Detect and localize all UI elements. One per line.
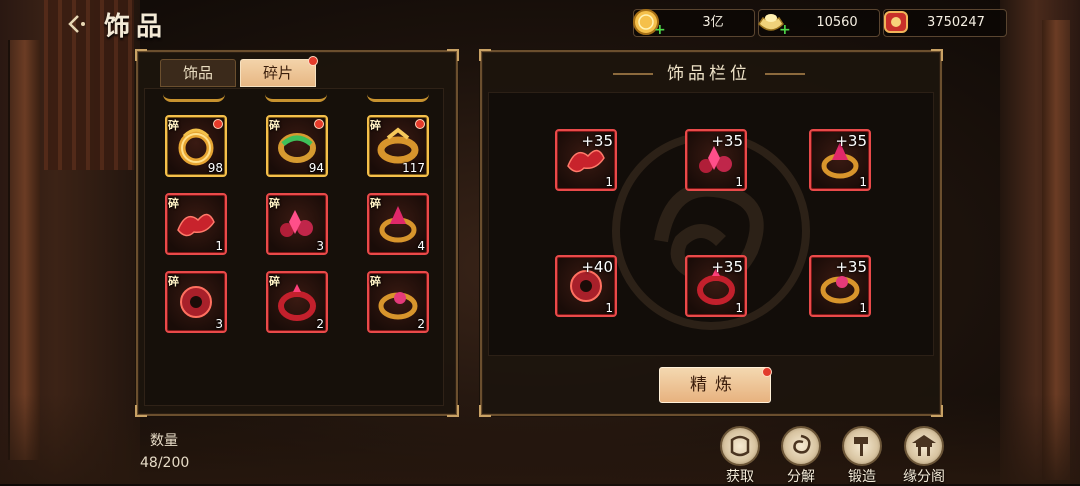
item-count: 1 bbox=[859, 175, 867, 189]
item-count: 1 bbox=[859, 301, 867, 315]
fragment-slot[interactable]: 碎 4 bbox=[367, 193, 429, 255]
page-title: 饰品 bbox=[104, 12, 169, 42]
enhance-level: +35 bbox=[581, 132, 613, 150]
item-count: 1 bbox=[735, 175, 743, 189]
currency-value: 3750247 bbox=[927, 15, 985, 30]
swirl-icon bbox=[781, 426, 821, 466]
item-count: 94 bbox=[308, 161, 324, 175]
item-count: 98 bbox=[207, 161, 223, 175]
action-label: 缘分阁 bbox=[903, 469, 945, 485]
fragment-label: 碎 bbox=[269, 197, 280, 210]
partial-row-hint bbox=[367, 91, 429, 102]
back-arrow-icon[interactable] bbox=[62, 10, 90, 38]
pavilion-icon bbox=[904, 426, 944, 466]
add-currency-icon[interactable]: + bbox=[654, 22, 666, 38]
tab-notification-dot bbox=[308, 56, 318, 66]
refine-button[interactable]: 精炼 bbox=[659, 367, 771, 403]
item-count: 1 bbox=[605, 301, 613, 315]
notification-dot bbox=[415, 119, 425, 129]
equip-slot[interactable]: +35 1 bbox=[809, 129, 871, 191]
decompose-button[interactable]: 分解 bbox=[773, 426, 829, 486]
quantity-value: 48/200 bbox=[140, 455, 190, 471]
fragment-slot[interactable]: 碎 94 bbox=[266, 115, 328, 177]
equip-slot[interactable]: +35 1 bbox=[809, 255, 871, 317]
item-count: 1 bbox=[215, 239, 223, 253]
item-count: 1 bbox=[605, 175, 613, 189]
currency-gold[interactable]: + 3亿 bbox=[633, 9, 755, 38]
fragment-slot[interactable]: 碎 3 bbox=[266, 193, 328, 255]
equip-slot[interactable]: +35 1 bbox=[685, 255, 747, 317]
fragment-label: 碎 bbox=[168, 119, 179, 132]
item-count: 2 bbox=[417, 317, 425, 331]
fragment-slot[interactable]: 碎 98 bbox=[165, 115, 227, 177]
action-label: 获取 bbox=[726, 469, 754, 485]
fragment-label: 碎 bbox=[370, 119, 381, 132]
fragment-label: 碎 bbox=[269, 275, 280, 288]
fragment-grid: 碎 98 碎 94 碎 117 碎 1 碎 3 碎 4 碎 3 碎 2 碎 2 bbox=[144, 88, 444, 406]
partial-row-hint bbox=[163, 91, 225, 102]
item-count: 3 bbox=[316, 239, 324, 253]
fragment-label: 碎 bbox=[168, 197, 179, 210]
currency-ingot[interactable]: + 10560 bbox=[758, 9, 880, 38]
tab-accessories[interactable]: 饰品 bbox=[160, 59, 236, 87]
equip-slot-area: +35 1 +35 1 +35 1 +40 1 +35 1 +35 1 bbox=[488, 92, 934, 356]
currency-token[interactable]: 3750247 bbox=[883, 9, 1007, 37]
fate-pavilion-button[interactable]: 缘分阁 bbox=[896, 426, 952, 486]
enhance-level: +40 bbox=[581, 258, 613, 276]
fragment-slot[interactable]: 碎 2 bbox=[367, 271, 429, 333]
enhance-level: +35 bbox=[711, 258, 743, 276]
equip-slot[interactable]: +35 1 bbox=[685, 129, 747, 191]
red-ring-icon bbox=[278, 284, 316, 321]
equip-slot[interactable]: +35 1 bbox=[555, 129, 617, 191]
enhance-level: +35 bbox=[711, 132, 743, 150]
item-count: 3 bbox=[215, 317, 223, 331]
action-label: 分解 bbox=[787, 469, 815, 485]
item-count: 1 bbox=[735, 301, 743, 315]
item-count: 117 bbox=[402, 161, 425, 175]
equip-section-title: 饰品栏位 bbox=[484, 59, 934, 84]
notification-dot bbox=[314, 119, 324, 129]
obtain-button[interactable]: 获取 bbox=[712, 426, 768, 486]
quantity-label: 数量 bbox=[150, 433, 178, 449]
fragment-label: 碎 bbox=[370, 275, 381, 288]
currency-value: 3亿 bbox=[702, 15, 724, 30]
add-currency-icon[interactable]: + bbox=[779, 22, 791, 38]
enhance-level: +35 bbox=[835, 258, 867, 276]
currency-value: 10560 bbox=[816, 15, 858, 30]
fragment-slot[interactable]: 碎 117 bbox=[367, 115, 429, 177]
partial-row-hint bbox=[265, 91, 327, 102]
red-disc-icon bbox=[180, 286, 212, 318]
item-count: 4 bbox=[417, 239, 425, 253]
enhance-level: +35 bbox=[835, 132, 867, 150]
notification-dot bbox=[213, 119, 223, 129]
red-gold-ring-icon bbox=[378, 292, 418, 320]
fragment-slot[interactable]: 碎 3 bbox=[165, 271, 227, 333]
fragment-slot[interactable]: 碎 2 bbox=[266, 271, 328, 333]
red-crown-ring-icon bbox=[379, 206, 417, 243]
forge-button[interactable]: 锻造 bbox=[834, 426, 890, 486]
hammer-icon bbox=[842, 426, 882, 466]
fragment-slot[interactable]: 碎 1 bbox=[165, 193, 227, 255]
item-count: 2 bbox=[316, 317, 324, 331]
action-label: 锻造 bbox=[848, 469, 876, 485]
fragment-label: 碎 bbox=[168, 275, 179, 288]
fragment-label: 碎 bbox=[370, 197, 381, 210]
equip-slot[interactable]: +40 1 bbox=[555, 255, 617, 317]
fragment-label: 碎 bbox=[269, 119, 280, 132]
refine-notification-dot bbox=[762, 367, 772, 377]
red-phoenix-icon bbox=[177, 213, 215, 237]
scroll-icon bbox=[720, 426, 760, 466]
tab-fragments[interactable]: 碎片 bbox=[240, 59, 316, 87]
red-gem-cluster-icon bbox=[280, 210, 313, 237]
